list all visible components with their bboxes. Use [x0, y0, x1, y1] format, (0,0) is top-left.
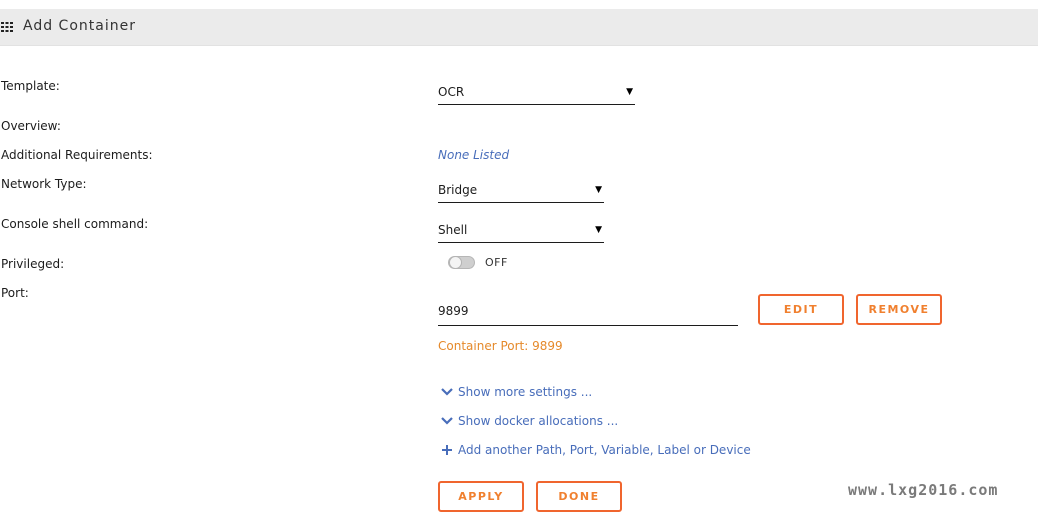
chevron-down-icon: ▼: [626, 87, 633, 97]
chevron-down-icon: ▼: [595, 225, 602, 235]
edit-button[interactable]: EDIT: [758, 294, 844, 325]
requirements-value: None Listed: [438, 148, 510, 162]
show-docker-allocations-link[interactable]: Show docker allocations ...: [440, 414, 618, 428]
plus-icon: [442, 445, 452, 455]
toggle-knob: [449, 256, 462, 269]
console-shell-select[interactable]: Shell ▼: [438, 220, 604, 243]
overview-label: Overview:: [1, 119, 61, 133]
apply-button[interactable]: APPLY: [438, 481, 524, 512]
page-title: Add Container: [23, 18, 136, 34]
network-type-label: Network Type:: [1, 177, 87, 191]
done-button[interactable]: DONE: [536, 481, 622, 512]
port-label: Port:: [1, 286, 29, 300]
chevron-down-icon: [441, 417, 453, 425]
port-value: 9899: [438, 304, 469, 318]
show-more-settings-label: Show more settings ...: [458, 385, 593, 399]
watermark: www.lxg2016.com: [848, 481, 999, 499]
add-another-label: Add another Path, Port, Variable, Label …: [458, 443, 751, 457]
template-select[interactable]: OCR ▼: [438, 82, 635, 105]
requirements-label: Additional Requirements:: [1, 148, 153, 162]
privileged-toggle[interactable]: [448, 256, 475, 269]
console-shell-value: Shell: [438, 223, 468, 237]
show-docker-allocations-label: Show docker allocations ...: [458, 414, 619, 428]
console-shell-label: Console shell command:: [1, 217, 149, 231]
privileged-state: OFF: [485, 256, 508, 269]
port-input[interactable]: 9899: [438, 303, 738, 326]
panel-header: Add Container: [0, 9, 1038, 46]
container-port-info: Container Port: 9899: [438, 339, 563, 353]
network-type-value: Bridge: [438, 183, 478, 197]
template-label: Template:: [1, 79, 60, 93]
template-value: OCR: [438, 85, 465, 99]
network-type-select[interactable]: Bridge ▼: [438, 180, 604, 203]
chevron-down-icon: ▼: [595, 185, 602, 195]
add-another-link[interactable]: Add another Path, Port, Variable, Label …: [440, 443, 751, 457]
remove-button[interactable]: REMOVE: [856, 294, 942, 325]
privileged-label: Privileged:: [1, 257, 65, 271]
show-more-settings-link[interactable]: Show more settings ...: [440, 385, 592, 399]
chevron-down-icon: [441, 388, 453, 396]
grid-icon: [1, 22, 13, 32]
